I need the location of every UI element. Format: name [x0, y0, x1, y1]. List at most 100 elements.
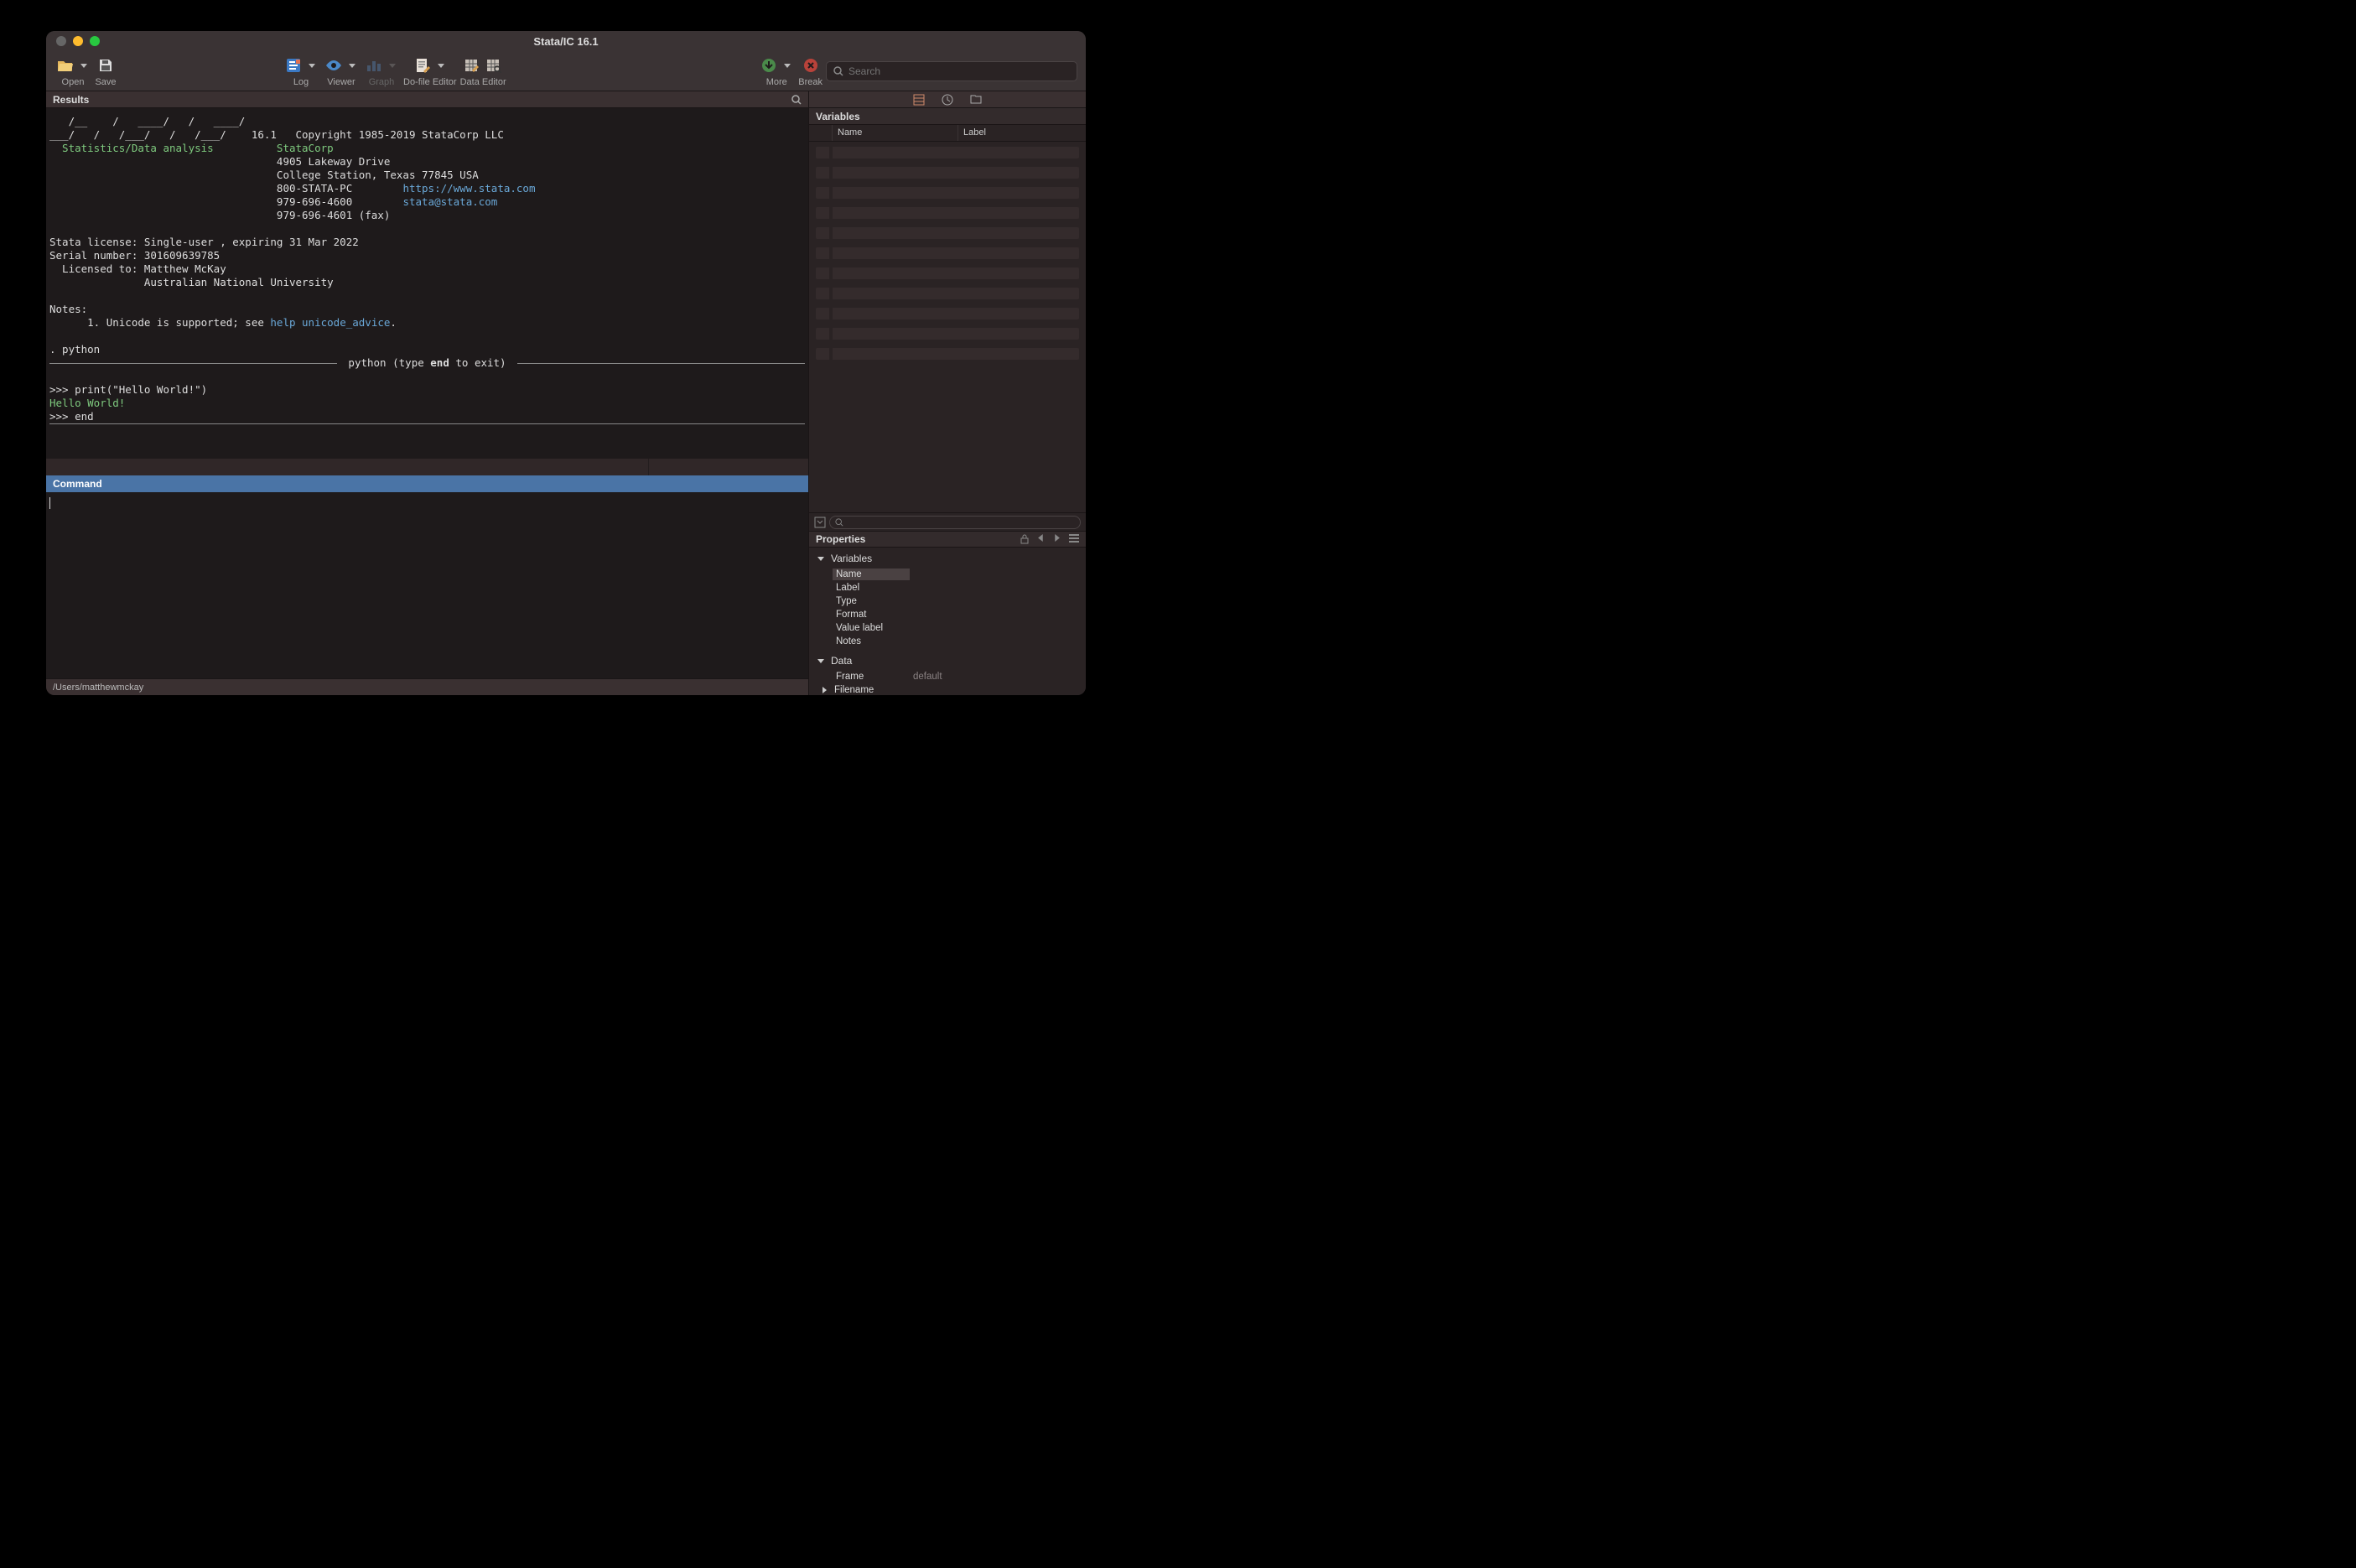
break-label: Break: [798, 77, 823, 87]
var-row-placeholder: [816, 247, 1079, 259]
viewer-button[interactable]: [323, 55, 345, 76]
sidebar-tabs: [809, 91, 1086, 108]
dofile-dropdown[interactable]: [433, 55, 449, 76]
tab-history-icon[interactable]: [942, 94, 953, 106]
chevron-down-icon: [309, 64, 315, 68]
graph-label: Graph: [369, 77, 395, 87]
bar-chart-icon: [366, 59, 381, 72]
history-strip[interactable]: [46, 459, 808, 475]
next-var-icon[interactable]: [1053, 534, 1061, 544]
prop-var-type[interactable]: Type: [833, 595, 910, 607]
var-row-placeholder: [816, 227, 1079, 239]
varcol-name[interactable]: Name: [833, 125, 958, 141]
toolbar: Open Save: [46, 51, 1086, 91]
x-circle-icon: [803, 58, 818, 73]
filter-toggle-icon[interactable]: [814, 517, 826, 528]
table-pencil-icon: [464, 58, 480, 73]
command-header: Command: [46, 475, 808, 492]
prop-var-label[interactable]: Label: [833, 582, 910, 594]
break-button[interactable]: [800, 55, 822, 76]
stata-url-link[interactable]: https://www.stata.com: [402, 182, 535, 195]
varcol-label[interactable]: Label: [958, 125, 1086, 141]
dataeditor-label: Data Editor: [460, 77, 506, 87]
viewer-label: Viewer: [327, 77, 355, 87]
variables-header: Variables: [809, 108, 1086, 125]
prop-data-filename[interactable]: Filename: [831, 684, 908, 695]
graph-dropdown[interactable]: [385, 55, 400, 76]
prev-var-icon[interactable]: [1037, 534, 1045, 544]
log-dropdown[interactable]: [304, 55, 319, 76]
var-row-placeholder: [816, 147, 1079, 158]
open-label: Open: [62, 77, 85, 87]
prop-var-notes[interactable]: Notes: [833, 636, 910, 647]
var-row-placeholder: [816, 267, 1079, 279]
save-button[interactable]: [95, 55, 117, 76]
app-window: Stata/IC 16.1 Open: [46, 31, 1086, 695]
var-row-placeholder: [816, 207, 1079, 219]
main-area: Results /__ / ____/ / ____/ ___/ / /___/…: [46, 91, 809, 695]
var-row-placeholder: [816, 167, 1079, 179]
lock-icon[interactable]: [1020, 534, 1029, 544]
chevron-down-icon: [349, 64, 355, 68]
eye-icon: [325, 60, 342, 71]
graph-button[interactable]: [363, 55, 385, 76]
more-group: More: [758, 55, 795, 87]
properties-header: Properties: [809, 531, 1086, 548]
status-path: /Users/matthewmckay: [53, 683, 143, 693]
log-group: Log: [283, 55, 319, 87]
command-input[interactable]: [46, 492, 808, 678]
log-button[interactable]: [283, 55, 304, 76]
command-title: Command: [53, 478, 102, 490]
open-dropdown[interactable]: [76, 55, 91, 76]
variables-list[interactable]: [809, 142, 1086, 512]
open-button[interactable]: [54, 55, 76, 76]
props-data-group[interactable]: Data: [817, 655, 1077, 667]
more-button[interactable]: [758, 55, 780, 76]
status-bar: /Users/matthewmckay: [46, 678, 808, 695]
results-search-icon[interactable]: [791, 95, 802, 105]
prop-data-frame[interactable]: Frame: [833, 671, 910, 683]
log-label: Log: [293, 77, 309, 87]
more-label: More: [766, 77, 787, 87]
more-dropdown[interactable]: [780, 55, 795, 76]
results-header: Results: [46, 91, 808, 108]
chevron-down-icon: [80, 64, 87, 68]
chevron-down-icon: [438, 64, 444, 68]
titlebar: Stata/IC 16.1: [46, 31, 1086, 51]
dataeditor-browse-button[interactable]: [483, 55, 505, 76]
variables-title: Variables: [816, 111, 860, 122]
window-title: Stata/IC 16.1: [46, 35, 1086, 48]
document-pencil-icon: [415, 58, 430, 73]
props-variables-group[interactable]: Variables: [817, 553, 1077, 564]
results-pane[interactable]: /__ / ____/ / ____/ ___/ / /___/ / /___/…: [46, 108, 808, 459]
variables-filter-input[interactable]: [829, 516, 1081, 529]
variables-columns: Name Label: [809, 125, 1086, 142]
prop-var-valuelabel[interactable]: Value label: [833, 622, 910, 634]
prop-var-format[interactable]: Format: [833, 609, 910, 620]
stata-email-link[interactable]: stata@stata.com: [402, 195, 497, 208]
toolbar-search-input[interactable]: [848, 65, 1070, 77]
floppy-disk-icon: [98, 58, 113, 73]
search-icon: [835, 518, 843, 527]
open-group: Open: [54, 55, 91, 87]
dofile-button[interactable]: [412, 55, 433, 76]
prop-var-name[interactable]: Name: [833, 569, 910, 580]
dataeditor-edit-button[interactable]: [461, 55, 483, 76]
viewer-dropdown[interactable]: [345, 55, 360, 76]
var-row-placeholder: [816, 308, 1079, 319]
viewer-group: Viewer: [323, 55, 360, 87]
toolbar-search[interactable]: [826, 61, 1077, 81]
properties-body: Variables Name Label Type Format Value l…: [809, 548, 1086, 695]
tab-project-icon[interactable]: [970, 94, 982, 106]
menu-icon[interactable]: [1069, 534, 1079, 544]
arrow-down-circle-icon: [761, 58, 776, 73]
tab-variables-icon[interactable]: [913, 94, 925, 106]
help-unicode-link[interactable]: help unicode_advice: [270, 316, 390, 329]
dofile-label: Do-file Editor: [403, 77, 457, 87]
save-group: Save: [95, 55, 117, 87]
log-icon: [286, 58, 301, 73]
dofile-group: Do-file Editor: [403, 55, 457, 87]
dataeditor-group: Data Editor: [460, 55, 506, 87]
save-label: Save: [95, 77, 116, 87]
var-row-placeholder: [816, 288, 1079, 299]
